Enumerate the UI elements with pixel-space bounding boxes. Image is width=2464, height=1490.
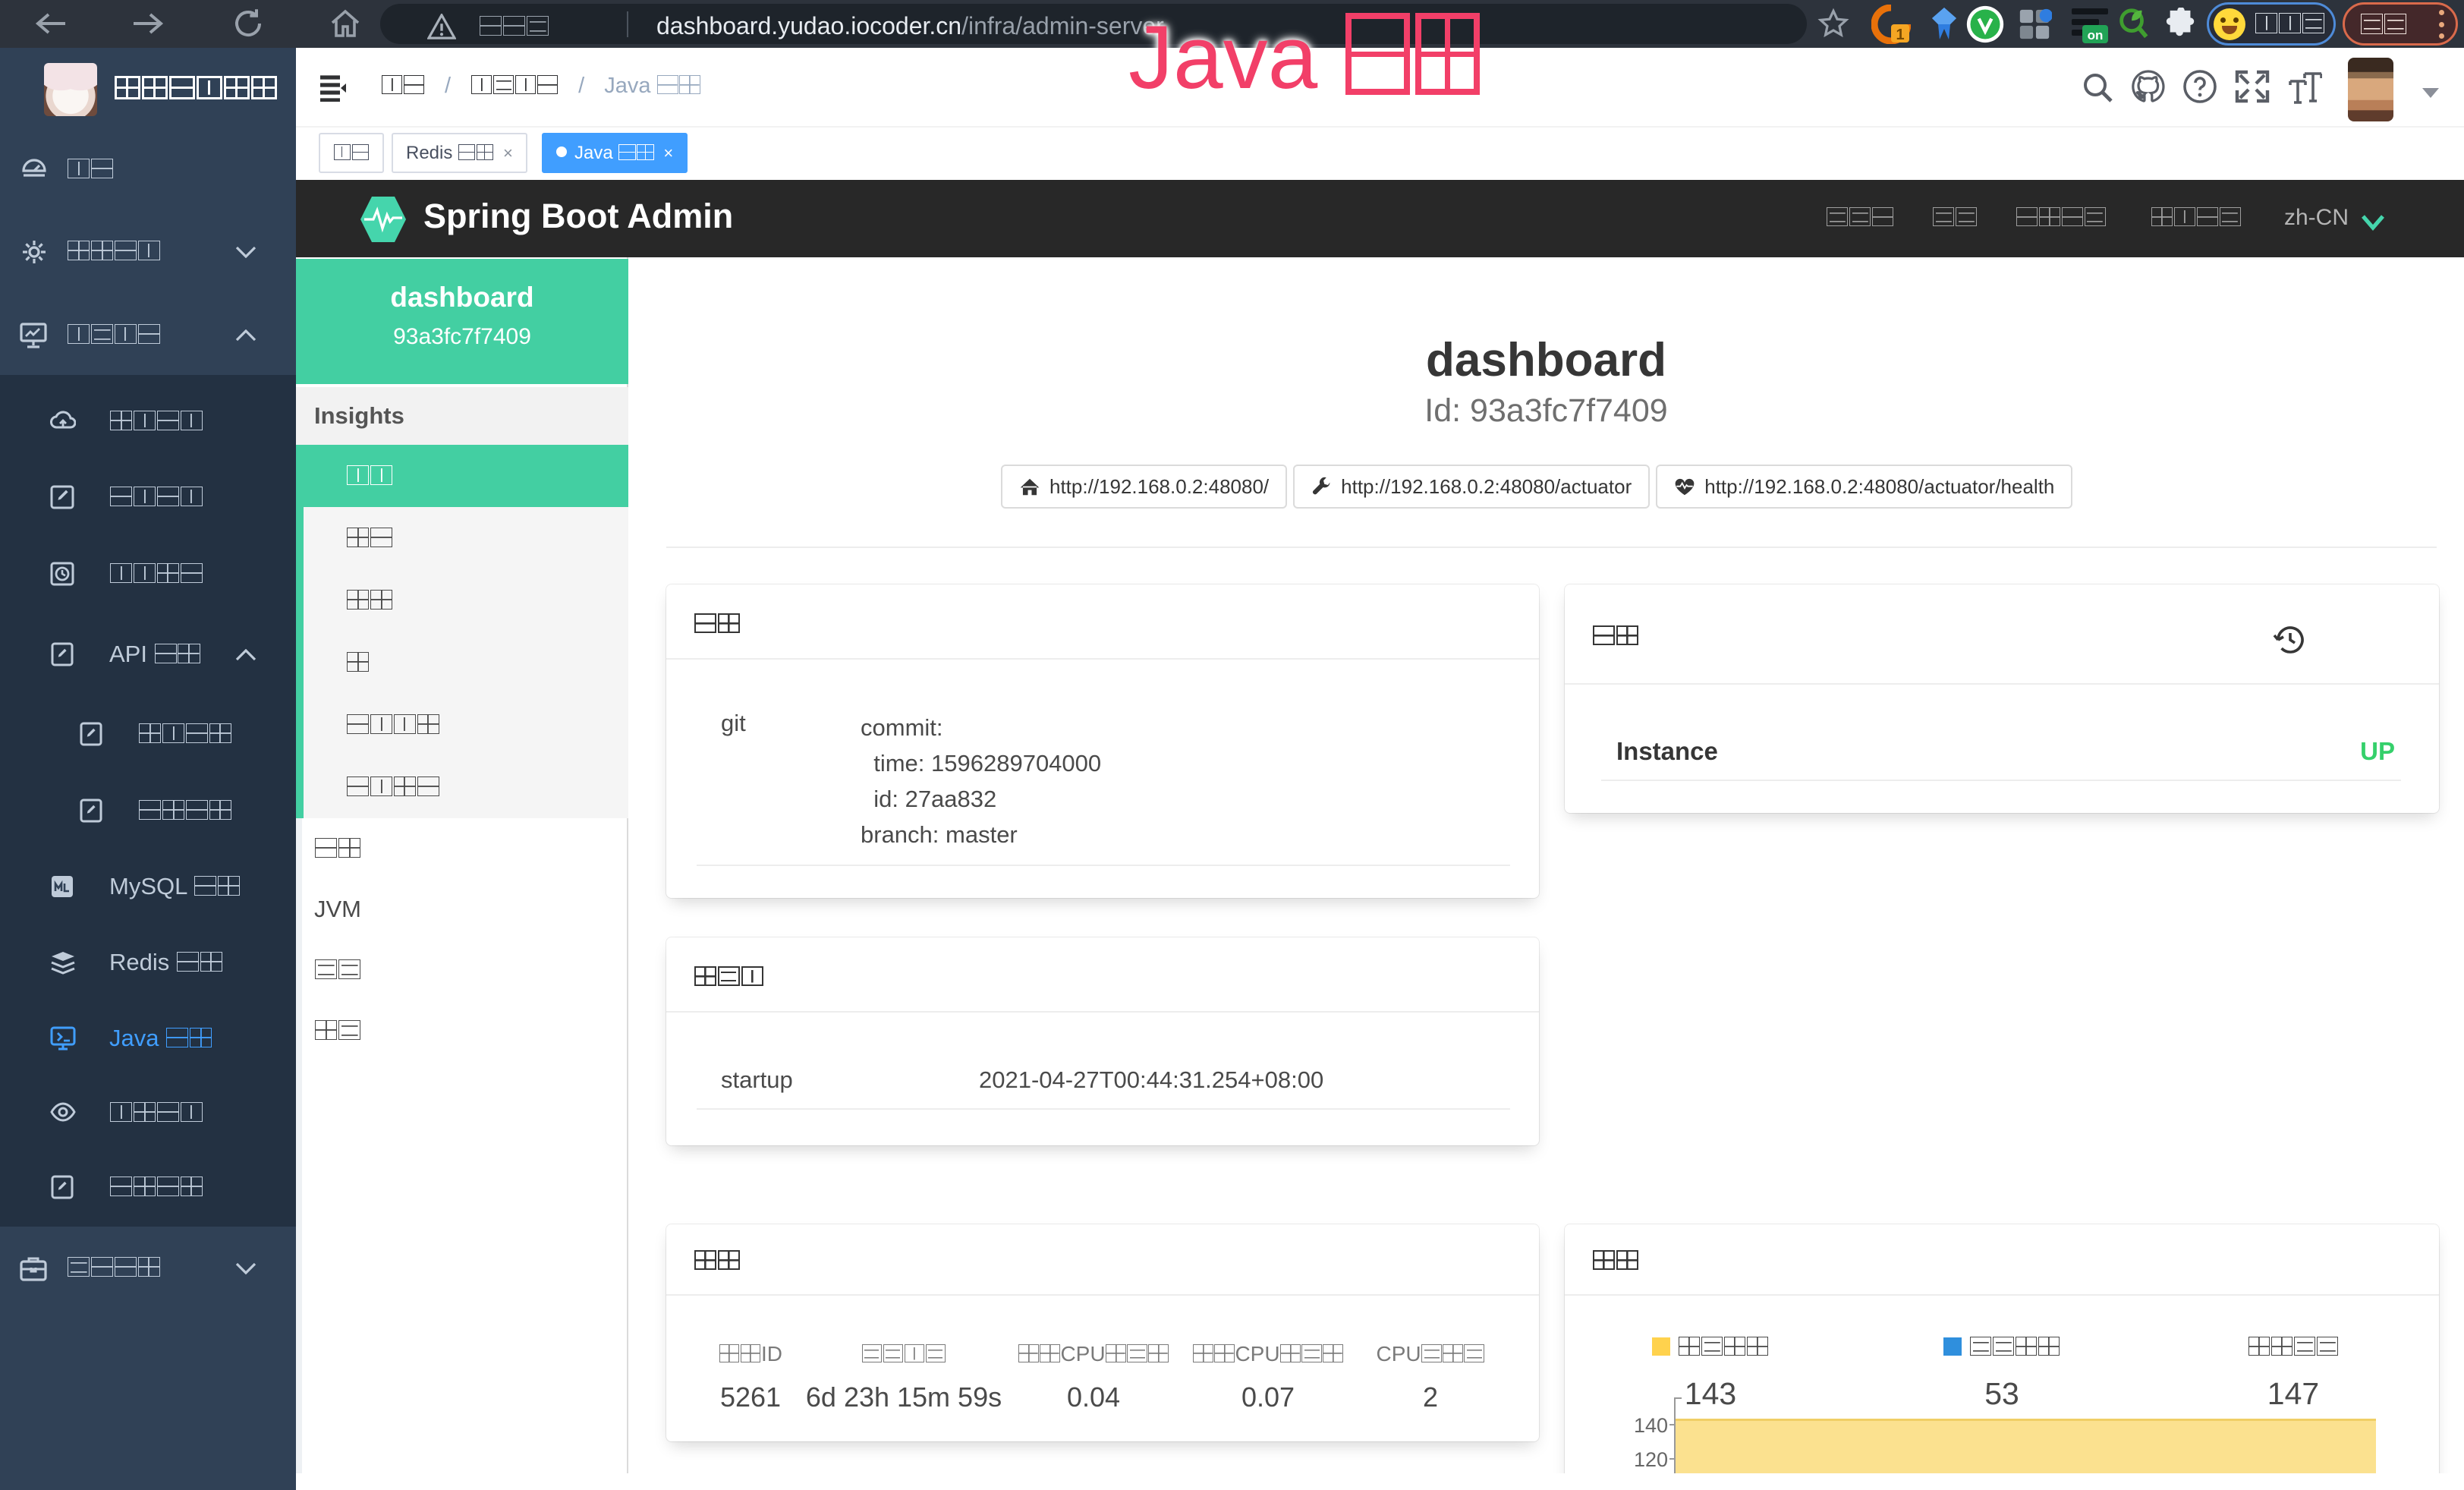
svg-text:on: on <box>2088 28 2104 43</box>
svg-text:1: 1 <box>1896 27 1904 43</box>
